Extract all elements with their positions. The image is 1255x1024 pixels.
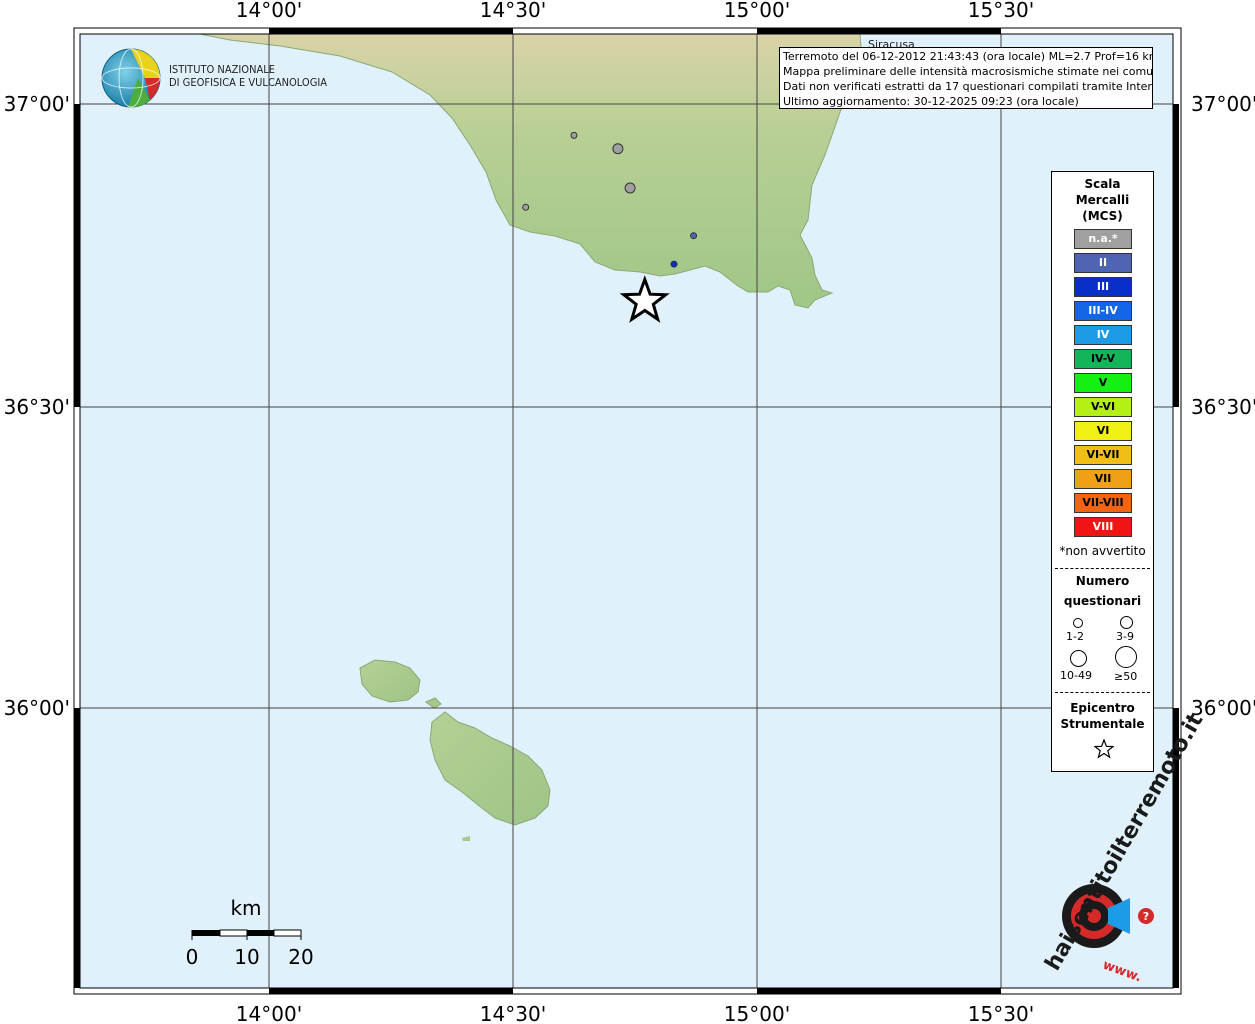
count-title-line-1: Numero: [1075, 574, 1130, 588]
lat-tick-label: 36°00': [4, 696, 70, 720]
lon-tick-label: 14°30': [480, 0, 546, 22]
epicenter-title-line-1: Epicentro: [1070, 701, 1135, 715]
scale-label-0: 0: [186, 945, 199, 969]
lon-tick-label: 15°30': [968, 1002, 1034, 1024]
lon-tick-label: 14°30': [480, 1002, 546, 1024]
lon-tick-label: 15°30': [968, 0, 1034, 22]
star-icon: [1094, 739, 1114, 759]
count-label-50: ≥50: [1114, 670, 1138, 683]
frame-bar-bottom: [757, 988, 1001, 994]
intensity-swatch: n.a.*: [1074, 229, 1132, 249]
lon-tick-label: 15°00': [724, 1002, 790, 1024]
frame-bar-left: [74, 708, 80, 988]
legend-panel: Scala Mercalli (MCS) n.a.* II III III-IV IV I…: [1051, 171, 1154, 772]
count-label-10-49: 10-49: [1060, 669, 1092, 682]
lon-tick-label: 15°00': [724, 0, 790, 22]
scale-unit: km: [230, 896, 261, 920]
intensity-swatch: V: [1074, 373, 1132, 393]
frame-bar-top: [757, 28, 1001, 34]
event-line-4: Ultimo aggiornamento: 30-12-2025 09:23 (…: [783, 95, 1079, 108]
count-symbol-10-49: [1070, 650, 1087, 667]
lon-labels-bottom: 14°00' 14°30' 15°00' 15°30': [236, 1002, 1034, 1024]
frame-bar-top: [269, 28, 513, 34]
institute-line-2: DI GEOFISICA E VULCANOLOGIA: [169, 76, 328, 89]
intensity-swatch: IV-V: [1074, 349, 1132, 369]
frame-bar-right: [1173, 104, 1179, 407]
lat-tick-label: 36°30': [4, 395, 70, 419]
institute-line-1: ISTITUTO NAZIONALE: [169, 63, 276, 76]
intensity-swatch: II: [1074, 253, 1132, 273]
lat-tick-label: 37°00': [1191, 92, 1255, 116]
lat-tick-label: 36°30': [1191, 395, 1255, 419]
intensity-swatch: VI: [1074, 421, 1132, 441]
lon-tick-label: 14°00': [236, 0, 302, 22]
intensity-swatch: VII-VIII: [1074, 493, 1132, 513]
ingv-globe-icon: [101, 48, 161, 108]
legend-title-line-2: Mercalli: [1075, 193, 1130, 207]
intensity-swatch: V-VI: [1074, 397, 1132, 417]
count-title: Numero questionari: [1052, 571, 1153, 611]
epicenter-title-line-2: Strumentale: [1060, 717, 1145, 731]
count-label-1-2: 1-2: [1066, 630, 1084, 643]
legend-divider-1: [1055, 568, 1150, 569]
lon-tick-label: 14°00': [236, 1002, 302, 1024]
count-symbol-1-2: [1073, 618, 1083, 628]
observation-point: [570, 131, 578, 139]
legend-title: Scala Mercalli (MCS): [1052, 176, 1153, 224]
intensity-swatch: III-IV: [1074, 301, 1132, 321]
frame-bar-left: [74, 104, 80, 407]
event-line-3: Dati non verificati estratti da 17 quest…: [783, 80, 1153, 93]
observation-point: [522, 203, 530, 211]
intensity-swatch: VI-VII: [1074, 445, 1132, 465]
scale-label-10: 10: [234, 945, 259, 969]
institute-name: ISTITUTO NAZIONALE DI GEOFISICA E VULCAN…: [169, 63, 327, 89]
legend-note: *non avvertito: [1059, 544, 1146, 558]
lat-tick-label: 36°00': [1191, 696, 1255, 720]
lat-labels-left: 37°00' 36°30' 36°00': [4, 92, 70, 720]
legend-divider-2: [1055, 692, 1150, 693]
lat-tick-label: 37°00': [4, 92, 70, 116]
legend-title-line-3: (MCS): [1082, 209, 1123, 223]
observation-point: [624, 182, 636, 194]
legend-title-line-1: Scala: [1084, 177, 1121, 191]
intensity-swatch: VII: [1074, 469, 1132, 489]
intensity-swatch: VIII: [1074, 517, 1132, 537]
lon-labels-top: 14°00' 14°30' 15°00' 15°30': [236, 0, 1034, 22]
scale-label-20: 20: [288, 945, 313, 969]
count-symbol-50: [1115, 646, 1137, 668]
count-symbol-3-9: [1120, 616, 1133, 629]
observation-point: [690, 232, 698, 240]
intensity-swatch: III: [1074, 277, 1132, 297]
frame-bar-bottom: [269, 988, 513, 994]
observation-point: [670, 260, 678, 268]
observation-point: [612, 143, 624, 155]
svg-text:?: ?: [1143, 910, 1149, 923]
lat-labels-right: 37°00' 36°30' 36°00': [1191, 92, 1255, 720]
event-line-2: Mappa preliminare delle intensità macros…: [783, 65, 1153, 78]
count-label-3-9: 3-9: [1116, 630, 1134, 643]
epicenter-title: Epicentro Strumentale: [1052, 700, 1153, 732]
intensity-swatch: IV: [1074, 325, 1132, 345]
event-info-box: Terremoto del 06-12-2012 21:43:43 (ora l…: [779, 47, 1153, 109]
event-line-1: Terremoto del 06-12-2012 21:43:43 (ora l…: [783, 50, 1153, 63]
count-title-line-2: questionari: [1063, 594, 1142, 608]
